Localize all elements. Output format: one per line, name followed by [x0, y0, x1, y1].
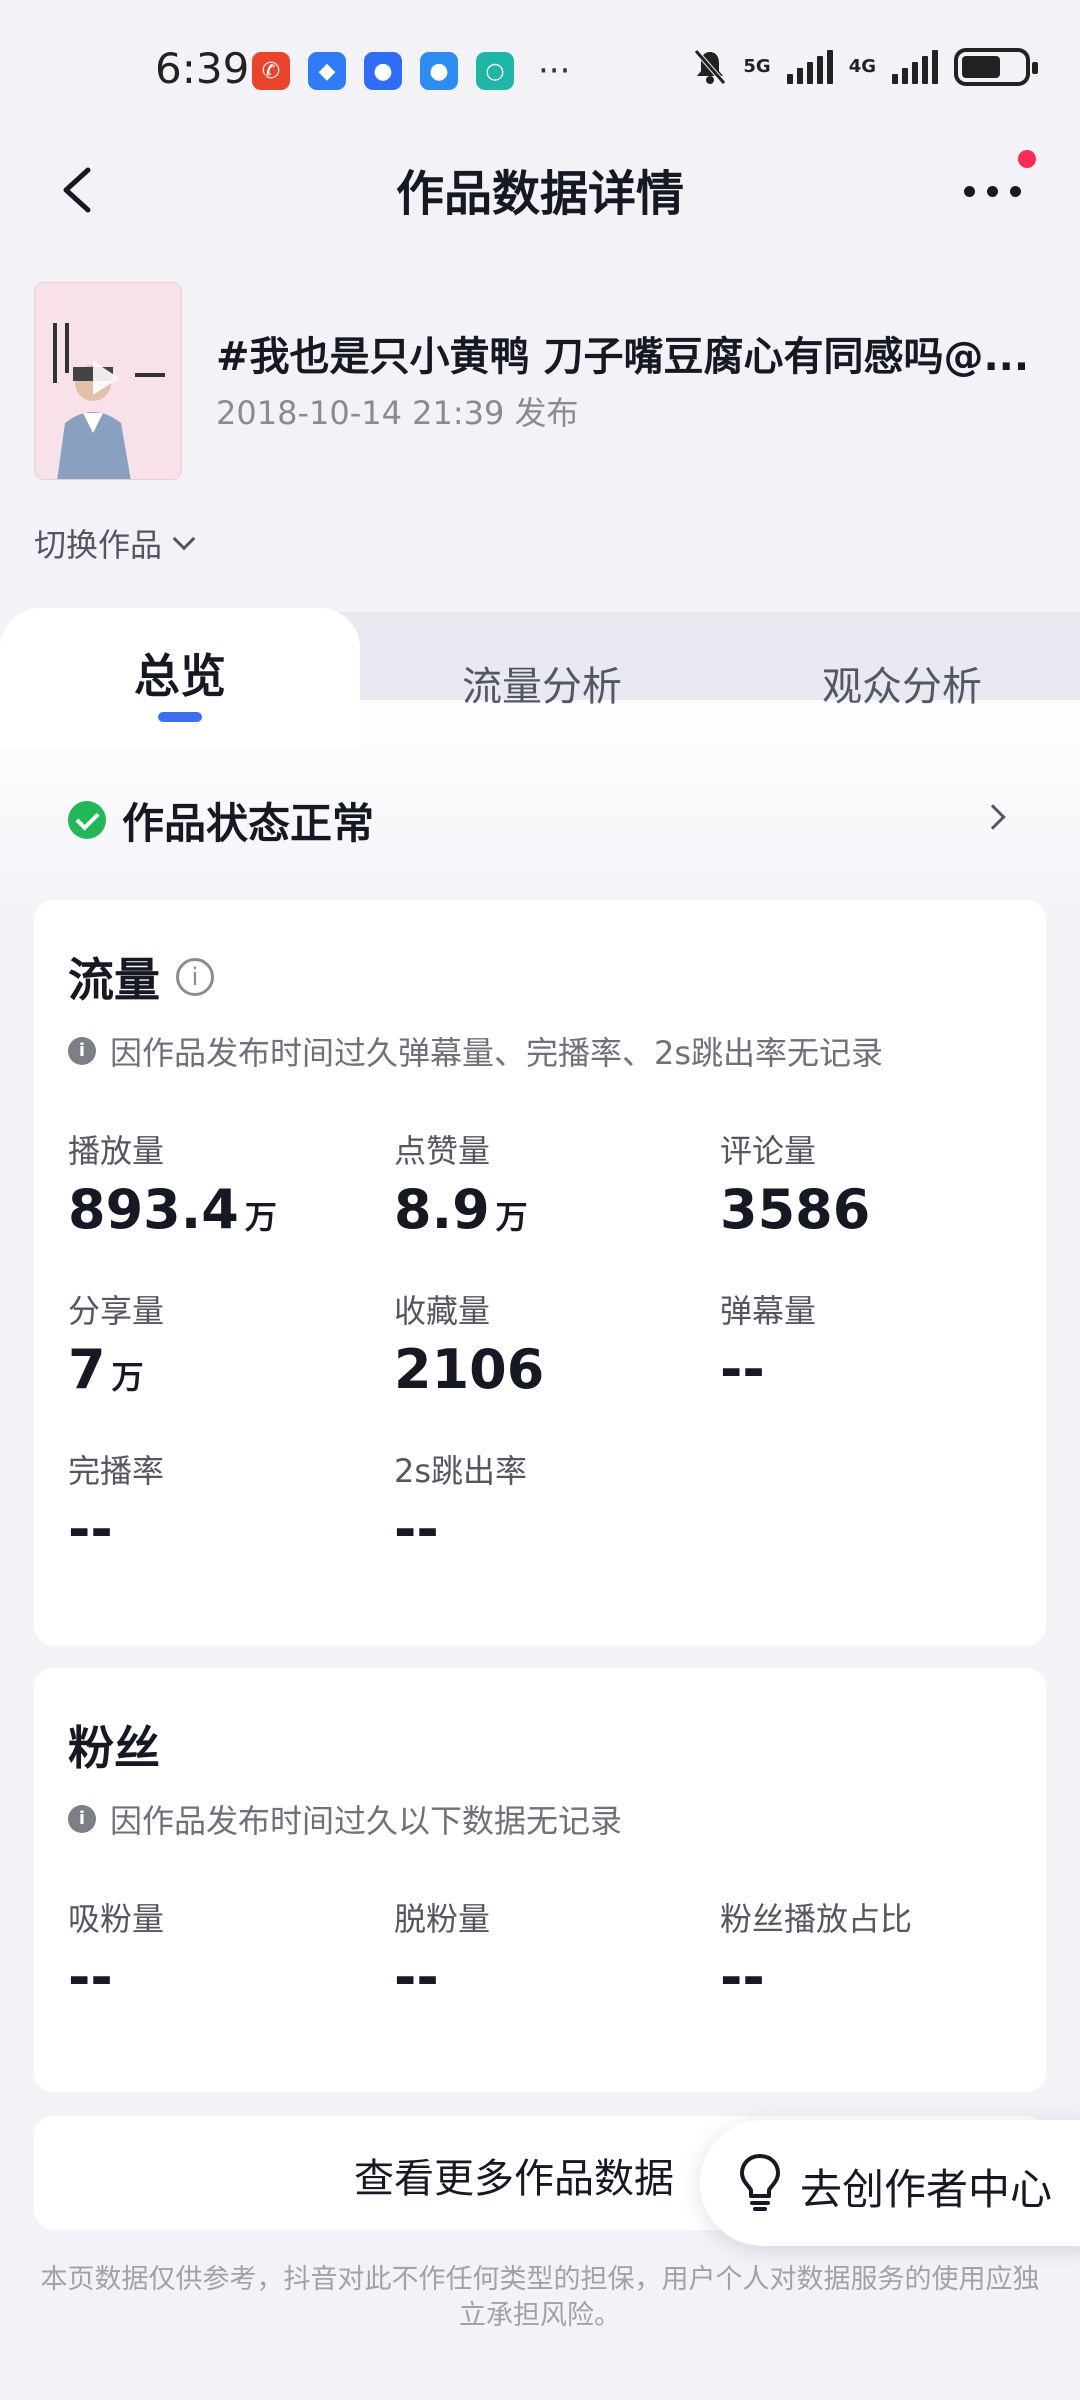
traffic-note-text: 因作品发布时间过久弹幕量、完播率、2s跳出率无记录: [110, 1034, 884, 1072]
metric-number: --: [68, 1498, 113, 1561]
info-filled-icon: i: [68, 1805, 96, 1833]
search-app-icon: ○: [476, 52, 514, 90]
metric-fans-gained: 吸粉量 --: [68, 1894, 368, 2009]
battery-icon: [954, 48, 1038, 86]
metric-label: 播放量: [68, 1132, 165, 1170]
video-thumbnail[interactable]: [34, 282, 182, 480]
metric-number: 2106: [394, 1338, 545, 1401]
metric-label: 脱粉量: [394, 1900, 491, 1938]
metric-value: 2106: [394, 1338, 694, 1401]
disclaimer-text: 本页数据仅供参考，抖音对此不作任何类型的担保，用户个人对数据服务的使用应独立承担…: [40, 2264, 1040, 2331]
fans-title: 粉丝: [68, 1721, 160, 1775]
tab-indicator: [158, 712, 202, 722]
more-options-button[interactable]: [958, 150, 1036, 216]
fans-card: 粉丝 i 因作品发布时间过久以下数据无记录 吸粉量 -- 脱粉量 -- 粉丝播放…: [34, 1668, 1046, 2092]
nav-bar: 作品数据详情: [0, 140, 1080, 240]
metric-label: 吸粉量: [68, 1900, 165, 1938]
metric-fans-lost: 脱粉量 --: [394, 1894, 694, 2009]
metric-value: 7万: [68, 1338, 368, 1401]
tab-audience-analysis[interactable]: 观众分析: [822, 654, 982, 712]
info-outline-icon[interactable]: i: [176, 958, 214, 996]
status-bar: 6:39 ✆ ◆ ● ● ○ ··· 5G 4G: [0, 0, 1080, 140]
metric-value: 3586: [720, 1178, 1020, 1241]
switch-work-label: 切换作品: [34, 526, 163, 564]
message-icon: ●: [420, 52, 458, 90]
shield-icon: ◆: [308, 52, 346, 90]
metric-value: --: [394, 1498, 694, 1561]
fans-note-text: 因作品发布时间过久以下数据无记录: [110, 1802, 623, 1840]
video-publish-date: 2018-10-14 21:39 发布: [216, 394, 579, 432]
metric-2s-bounce-rate: 2s跳出率 --: [394, 1446, 694, 1561]
switch-work-button[interactable]: 切换作品: [34, 520, 196, 566]
mute-bell-icon: [694, 49, 727, 85]
work-status-row[interactable]: 作品状态正常: [68, 790, 1018, 850]
play-icon: [93, 361, 119, 395]
page-title: 作品数据详情: [395, 166, 684, 222]
network-5g-label: 5G: [743, 56, 771, 77]
metric-value: --: [394, 1946, 439, 2009]
metric-label: 完播率: [68, 1452, 165, 1490]
metric-unit: 万: [244, 1198, 277, 1236]
system-icons: 5G 4G: [693, 48, 1038, 86]
notification-icons: ✆ ◆ ● ● ○ ···: [252, 52, 570, 90]
metric-number: 3586: [720, 1178, 871, 1241]
metric-label: 评论量: [720, 1132, 817, 1170]
baidu-icon: ●: [364, 52, 402, 90]
traffic-title: 流量: [68, 953, 160, 1007]
lightbulb-icon: [740, 2154, 780, 2211]
metric-number: 7: [68, 1338, 106, 1401]
traffic-card: 流量 i i 因作品发布时间过久弹幕量、完播率、2s跳出率无记录 播放量 893…: [34, 900, 1046, 1646]
metric-value: --: [68, 1498, 368, 1561]
metric-label: 收藏量: [394, 1292, 491, 1330]
metric-likes: 点赞量 8.9 万: [394, 1126, 694, 1241]
creator-center-button[interactable]: 去创作者中心: [700, 2120, 1080, 2246]
fans-note: i 因作品发布时间过久以下数据无记录: [68, 1796, 622, 1842]
metric-number: 8.9: [394, 1178, 490, 1241]
work-status-text: 作品状态正常: [122, 798, 375, 848]
traffic-note: i 因作品发布时间过久弹幕量、完播率、2s跳出率无记录: [68, 1028, 883, 1074]
more-data-label: 查看更多作品数据: [354, 2156, 674, 2202]
more-notifications-icon: ···: [538, 51, 571, 91]
tab-overview[interactable]: 总览: [134, 640, 226, 706]
phone-missed-icon: ✆: [252, 52, 290, 90]
metric-label: 弹幕量: [720, 1292, 817, 1330]
metric-label: 2s跳出率: [394, 1452, 528, 1490]
chevron-right-icon: [980, 804, 1006, 830]
tab-traffic-analysis[interactable]: 流量分析: [462, 654, 622, 712]
info-filled-icon: i: [68, 1037, 96, 1065]
metric-number: --: [394, 1498, 439, 1561]
clock: 6:39: [155, 44, 250, 93]
metric-number: --: [720, 1338, 765, 1401]
metric-comments: 评论量 3586: [720, 1126, 1020, 1241]
metric-shares: 分享量 7万: [68, 1286, 368, 1401]
metric-value: --: [68, 1946, 113, 2009]
metric-label: 分享量: [68, 1292, 165, 1330]
network-4g-label: 4G: [848, 56, 876, 77]
signal-4g-icon: [892, 50, 938, 84]
metric-label: 粉丝播放占比: [720, 1900, 913, 1938]
metric-fan-play-ratio: 粉丝播放占比 --: [720, 1894, 1020, 2009]
chevron-down-icon: [172, 527, 196, 551]
video-title[interactable]: #我也是只小黄鸭 刀子嘴豆腐心有同感吗@...: [216, 324, 1046, 382]
check-circle-icon: [68, 801, 106, 839]
metric-value: 893.4 万: [68, 1178, 368, 1241]
creator-center-label: 去创作者中心: [800, 2165, 1053, 2214]
signal-5g-icon: [786, 50, 833, 84]
metric-number: 893.4: [68, 1178, 239, 1241]
metric-unit: 万: [111, 1358, 144, 1396]
metric-unit: 万: [495, 1198, 528, 1236]
metric-completion-rate: 完播率 --: [68, 1446, 368, 1561]
metric-danmaku: 弹幕量 --: [720, 1286, 1020, 1401]
metric-plays: 播放量 893.4 万: [68, 1126, 368, 1241]
notification-dot: [1018, 150, 1036, 168]
metric-value: 8.9 万: [394, 1178, 694, 1241]
metric-label: 点赞量: [394, 1132, 491, 1170]
metric-value: --: [720, 1338, 1020, 1401]
metric-value: --: [720, 1946, 765, 2009]
metric-favorites: 收藏量 2106: [394, 1286, 694, 1401]
